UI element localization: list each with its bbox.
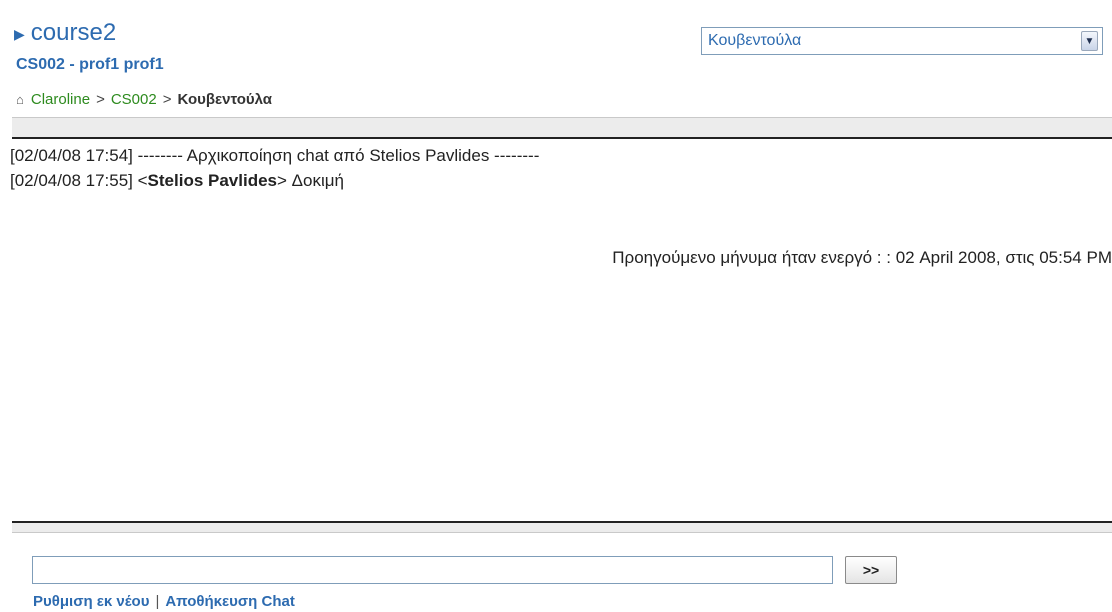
previous-message-status: Προηγούμενο μήνυμα ήταν ενεργό : : 02 Ap… [612, 248, 1112, 267]
home-icon: ⌂ [16, 92, 24, 107]
course-title[interactable]: ▶ course2 [14, 18, 116, 48]
breadcrumb-home-link[interactable]: Claroline [31, 91, 90, 108]
tool-select-value[interactable]: Κουβεντούλα [702, 32, 1081, 50]
tool-select[interactable]: Κουβεντούλα ▼ [701, 27, 1103, 55]
breadcrumb-current: Κουβεντούλα [177, 91, 273, 108]
chat-message: [02/04/08 17:54] -------- Αρχικοποίηση c… [10, 146, 539, 166]
chat-message-prefix: [02/04/08 17:55] < [10, 171, 148, 190]
breadcrumb-course-link[interactable]: CS002 [111, 91, 157, 108]
reset-chat-link[interactable]: Ρυθμιση εκ νέου [33, 593, 149, 610]
chat-footer-links: Ρυθμιση εκ νέου | Αποθήκευση Chat [33, 593, 295, 610]
triangle-right-icon: ▶ [14, 26, 25, 42]
chat-message-author: Stelios Pavlides [147, 171, 277, 190]
chat-top-divider [12, 117, 1112, 139]
chat-bottom-divider [12, 521, 1112, 533]
chat-message-text: [02/04/08 17:54] -------- Αρχικοποίηση c… [10, 146, 540, 165]
chat-message-text: > Δοκιμή [277, 171, 344, 190]
breadcrumb-separator: > [162, 91, 172, 108]
chevron-down-icon[interactable]: ▼ [1081, 31, 1098, 51]
chat-message: [02/04/08 17:55] <Stelios Pavlides> Δοκι… [10, 171, 344, 191]
chat-message-input[interactable] [32, 556, 833, 584]
footer-separator: | [155, 593, 160, 610]
chat-messages-area: [02/04/08 17:54] -------- Αρχικοποίηση c… [10, 140, 1112, 521]
course-title-text[interactable]: course2 [31, 19, 116, 47]
course-subtitle[interactable]: CS002 - prof1 prof1 [16, 56, 164, 74]
chat-page: ▶ course2 CS002 - prof1 prof1 ⌂ Clarolin… [0, 0, 1112, 612]
breadcrumb-separator: > [96, 91, 105, 108]
breadcrumb: ⌂ Claroline > CS002 > Κουβεντούλα [16, 91, 272, 108]
send-button[interactable]: >> [845, 556, 897, 584]
save-chat-link[interactable]: Αποθήκευση Chat [165, 593, 294, 610]
